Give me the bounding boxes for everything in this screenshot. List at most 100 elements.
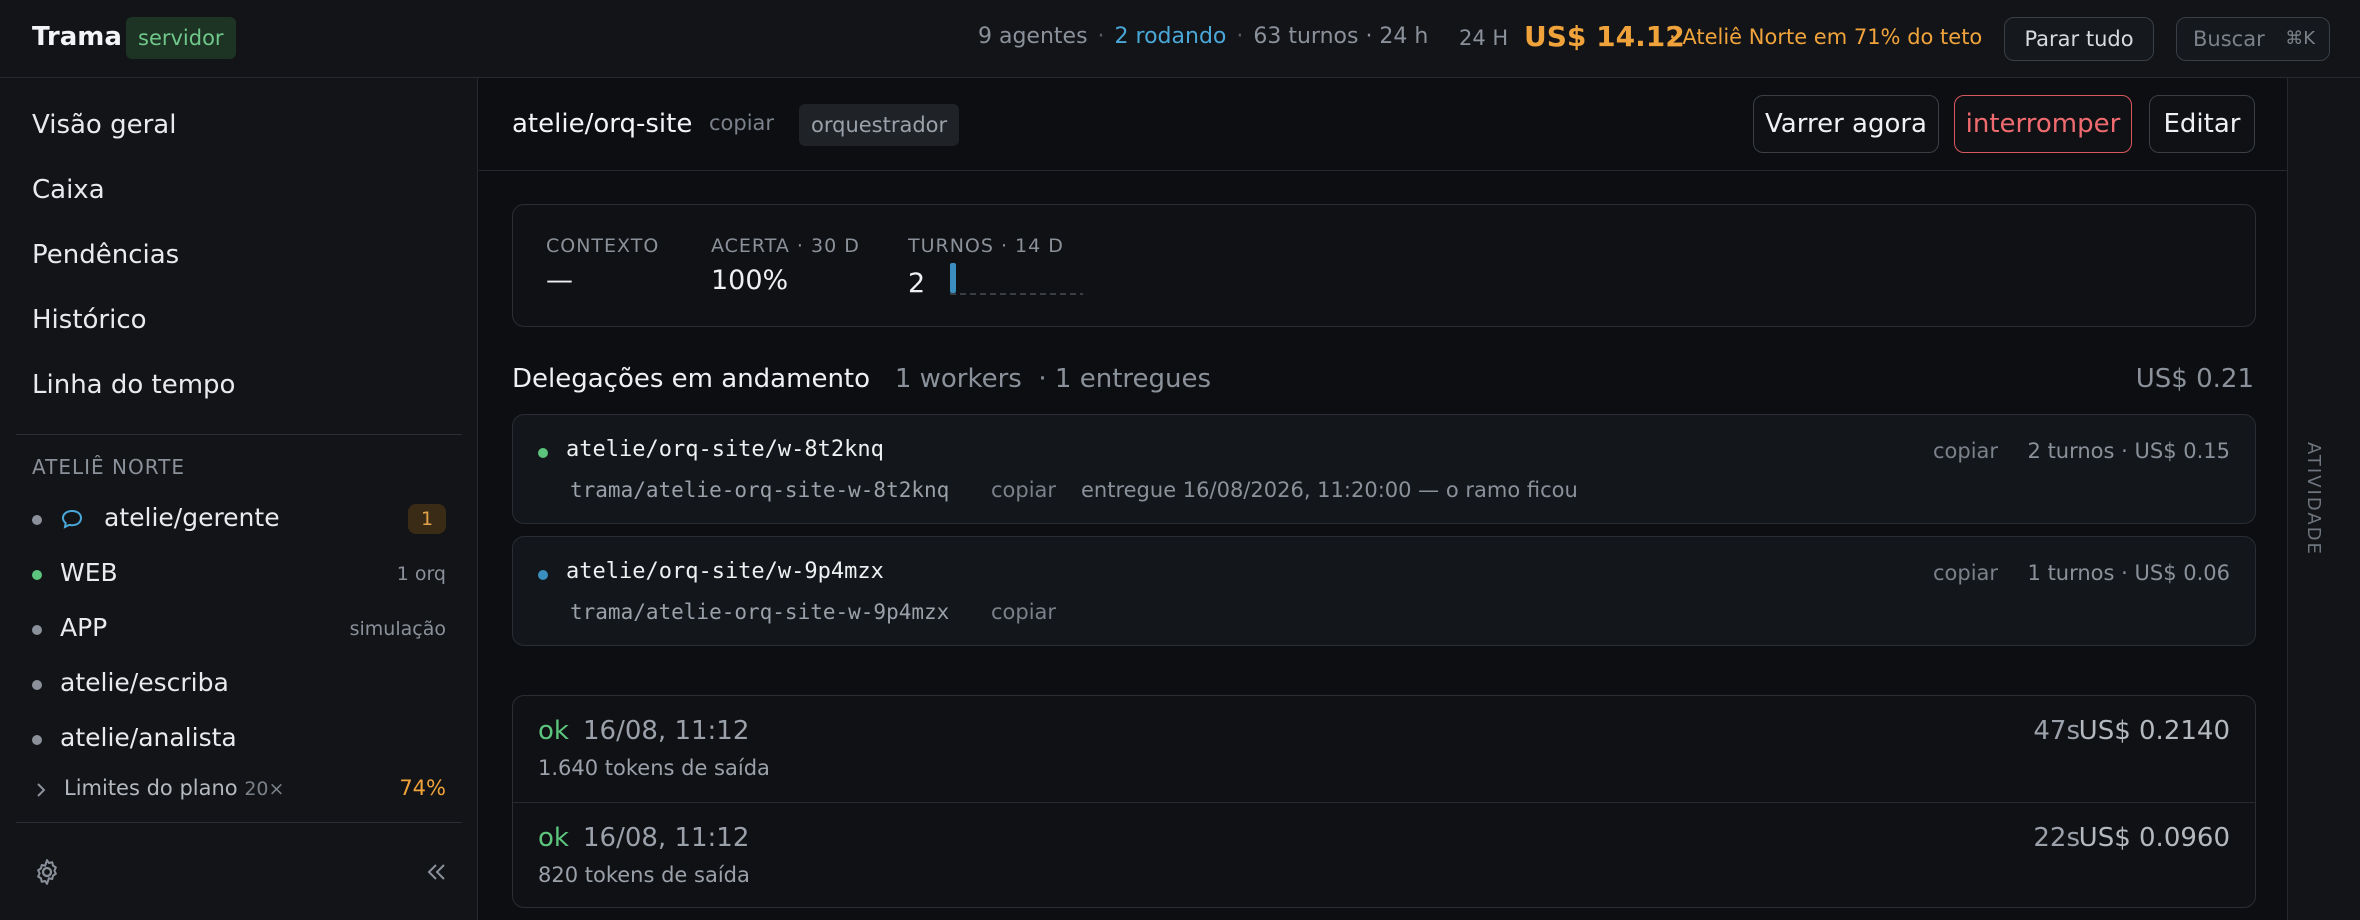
status-dot <box>538 448 548 458</box>
stats-card: CONTEXTO — ACERTA · 30 D 100% TURNOS · 1… <box>512 204 2256 327</box>
status-dot <box>32 680 42 690</box>
runs-list: ok 16/08, 11:12 1.640 tokens de saída 47… <box>512 695 2256 908</box>
project-item[interactable]: atelie/gerente 1 <box>32 500 446 540</box>
sparkline-baseline-tick <box>1010 293 1016 295</box>
context-value: — <box>546 265 573 296</box>
mode-tag: servidor <box>126 17 236 59</box>
run-row[interactable]: ok 16/08, 11:12 1.640 tokens de saída 47… <box>513 696 2255 801</box>
top-bar: Trama servidor 9 agentes · 2 rodando · 63 tu… <box>0 0 2360 78</box>
sidebar-divider <box>16 822 462 823</box>
chat-bubble-icon <box>60 508 84 534</box>
sparkline-baseline-tick <box>950 293 956 295</box>
sparkline-baseline-tick <box>1020 293 1026 295</box>
status-dot <box>32 735 42 745</box>
budget-warning[interactable]: · Ateliê Norte em 71% do teto <box>1669 25 1982 49</box>
collapse-sidebar-icon[interactable] <box>424 860 448 888</box>
interrupt-button[interactable]: interromper <box>1954 95 2132 153</box>
turns-value: 2 <box>908 268 926 299</box>
run-row[interactable]: ok 16/08, 11:12 820 tokens de saída 22s … <box>513 802 2255 907</box>
sparkline-baseline-tick <box>1070 293 1076 295</box>
status-dot <box>32 515 42 525</box>
run-tokens: 820 tokens de saída <box>538 863 750 887</box>
project-item[interactable]: WEB 1 orq <box>32 555 446 595</box>
search-button[interactable]: Buscar ⌘K <box>2176 17 2330 61</box>
activity-label: ATIVIDADE <box>2303 442 2324 556</box>
run-status: ok <box>538 716 569 746</box>
status-dot <box>32 570 42 580</box>
turns-label: TURNOS · 14 D <box>908 235 1064 257</box>
copy-branch-link[interactable]: copiar <box>991 600 1056 624</box>
stop-all-button[interactable]: Parar tudo <box>2004 17 2154 61</box>
delegations-title: Delegações em andamento 1 workers · 1 en… <box>512 364 1212 394</box>
copy-branch-link[interactable]: copiar <box>991 478 1056 502</box>
nav-pending[interactable]: Pendências <box>32 240 179 270</box>
gear-icon[interactable] <box>32 857 62 891</box>
sparkline-baseline-tick <box>1080 293 1083 295</box>
search-shortcut: ⌘K <box>2285 28 2315 49</box>
branch-name: trama/atelie-orq-site-w-9p4mzx <box>570 600 950 624</box>
project-item[interactable]: APP simulação <box>32 610 446 650</box>
project-name: APP <box>60 613 108 642</box>
plan-limits-toggle[interactable]: Limites do plano 20× 74% <box>32 776 446 806</box>
sparkline-baseline-tick <box>1030 293 1036 295</box>
copy-agent-link[interactable]: copiar <box>709 111 774 135</box>
sparkline-baseline-tick <box>970 293 976 295</box>
delivered-count: · 1 entregues <box>1038 364 1212 394</box>
sparkline-baseline-tick <box>1040 293 1046 295</box>
project-meta: simulação <box>349 618 446 640</box>
workspace-label: ATELIÊ NORTE <box>32 455 186 479</box>
turns-sparkline <box>950 263 1083 295</box>
activity-panel-toggle[interactable]: ATIVIDADE <box>2287 78 2360 920</box>
chevron-right-icon <box>34 781 48 803</box>
worker-name: atelie/orq-site/w-9p4mzx <box>566 559 884 584</box>
project-item[interactable]: atelie/escriba <box>32 665 446 705</box>
copy-worker-link[interactable]: copiar <box>1933 561 1998 585</box>
run-status: ok <box>538 823 569 853</box>
project-item[interactable]: atelie/analista <box>32 720 446 760</box>
project-name: atelie/gerente <box>104 503 280 532</box>
project-name: WEB <box>60 558 118 587</box>
project-name: atelie/analista <box>60 723 237 752</box>
status-dot <box>32 625 42 635</box>
worker-meta: 2 turnos · US$ 0.15 <box>2027 439 2230 463</box>
plan-limits-label: Limites do plano 20× <box>64 776 285 800</box>
role-tag: orquestrador <box>799 104 960 146</box>
run-cost: US$ 0.0960 <box>2078 823 2230 853</box>
nav-inbox[interactable]: Caixa <box>32 175 105 205</box>
running-count[interactable]: 2 rodando <box>1115 24 1227 49</box>
run-cost: US$ 0.2140 <box>2078 716 2230 746</box>
agent-title: atelie/orq-site <box>512 109 693 139</box>
agent-header: atelie/orq-site copiar orquestrador Varr… <box>479 78 2287 171</box>
status-dot <box>538 570 548 580</box>
turns-count: 63 turnos · 24 h <box>1253 24 1429 49</box>
plan-multiplier: 20× <box>244 778 285 800</box>
run-duration: 47s <box>2033 716 2080 746</box>
worker-name: atelie/orq-site/w-8t2knq <box>566 437 884 462</box>
project-name: atelie/escriba <box>60 668 229 697</box>
delegation-item[interactable]: atelie/orq-site/w-8t2knq copiar 2 turnos… <box>512 414 2256 524</box>
sparkline-baseline-tick <box>960 293 966 295</box>
sparkline-baseline-tick <box>980 293 986 295</box>
nav-history[interactable]: Histórico <box>32 305 147 335</box>
nav-timeline[interactable]: Linha do tempo <box>32 370 235 400</box>
sparkline-baseline-tick <box>1050 293 1056 295</box>
run-duration: 22s <box>2033 823 2080 853</box>
branch-name: trama/atelie-orq-site-w-8t2knq <box>570 478 950 502</box>
sidebar: Visão geral Caixa Pendências Histórico L… <box>0 78 478 920</box>
sparkline-baseline-tick <box>1060 293 1066 295</box>
delivery-status: entregue 16/08/2026, 11:20:00 — o ramo f… <box>1081 478 1578 502</box>
worker-meta: 1 turnos · US$ 0.06 <box>2027 561 2230 585</box>
copy-worker-link[interactable]: copiar <box>1933 439 1998 463</box>
sparkline-bar <box>950 263 956 293</box>
delegations-cost: US$ 0.21 <box>2135 364 2254 394</box>
accuracy-label: ACERTA · 30 D <box>711 235 860 257</box>
nav-overview[interactable]: Visão geral <box>32 110 176 140</box>
edit-button[interactable]: Editar <box>2149 95 2255 153</box>
search-label: Buscar <box>2193 27 2265 51</box>
plan-limits-percent: 74% <box>399 776 446 800</box>
delegation-item[interactable]: atelie/orq-site/w-9p4mzx copiar 1 turnos… <box>512 536 2256 646</box>
context-label: CONTEXTO <box>546 235 660 257</box>
run-tokens: 1.640 tokens de saída <box>538 756 770 780</box>
sweep-now-button[interactable]: Varrer agora <box>1753 95 1939 153</box>
project-meta: 1 orq <box>396 563 446 585</box>
